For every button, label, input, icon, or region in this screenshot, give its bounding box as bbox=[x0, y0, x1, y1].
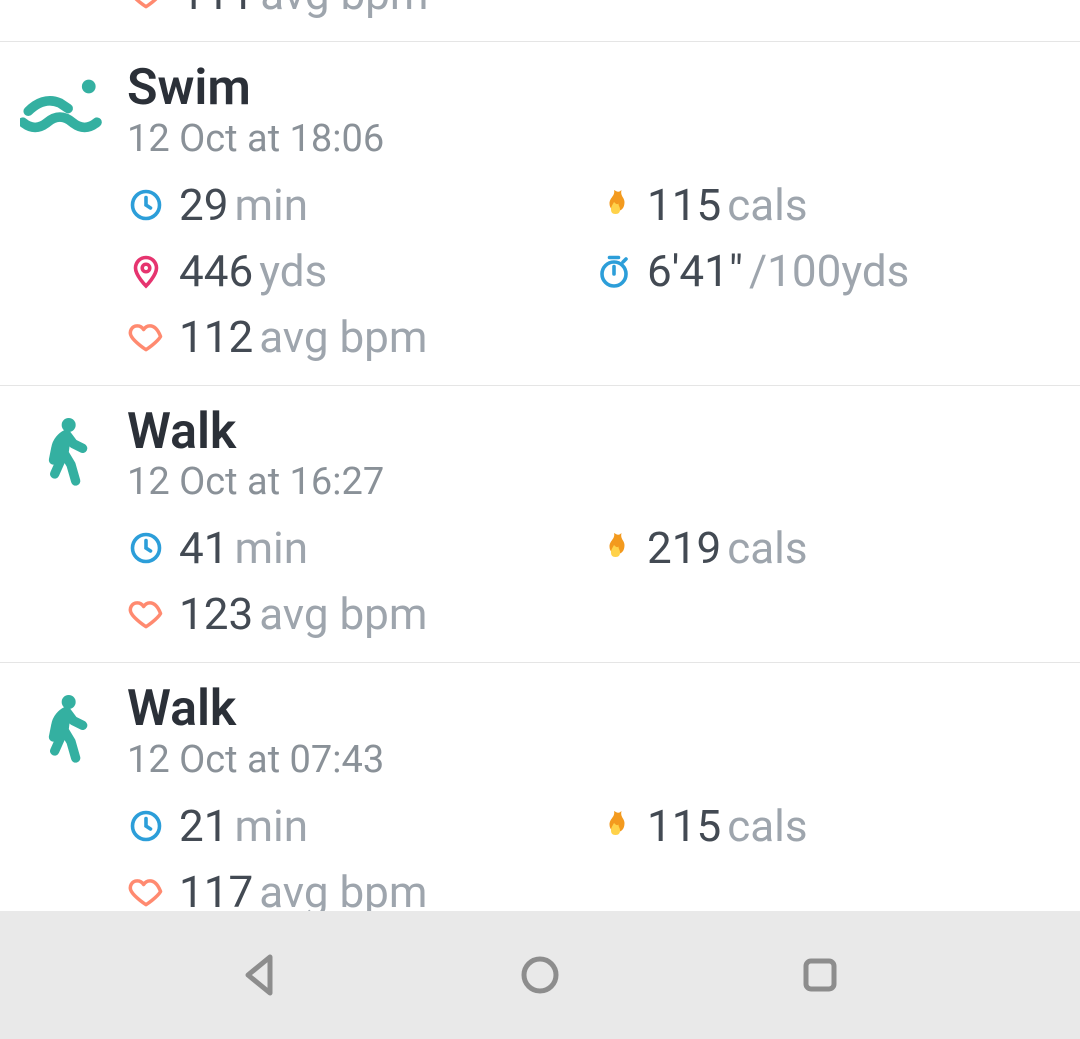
stat-text: 6'41"/100yds bbox=[647, 245, 909, 297]
walk-icon bbox=[36, 414, 92, 492]
stat-text: 117avg bpm bbox=[179, 866, 427, 918]
activity-stats: 41min 219cals bbox=[127, 522, 1080, 640]
stat-calories: 115cals bbox=[595, 800, 1080, 852]
activity-body: Swim 12 Oct at 18:06 29min bbox=[127, 62, 1080, 363]
heart-icon bbox=[127, 0, 165, 13]
activity-date: 12 Oct at 07:43 bbox=[127, 738, 1080, 782]
pin-icon bbox=[127, 252, 165, 290]
stat-calories: 115cals bbox=[595, 179, 1080, 231]
clock-icon bbox=[127, 807, 165, 845]
activity-title: Swim bbox=[127, 62, 1080, 115]
clock-icon bbox=[127, 186, 165, 224]
stat-text: 115cals bbox=[647, 800, 808, 852]
activity-row[interactable]: Walk 12 Oct at 07:43 21min bbox=[0, 663, 1080, 940]
heart-icon bbox=[127, 595, 165, 633]
swim-icon bbox=[20, 70, 108, 136]
stat-text: 446yds bbox=[179, 245, 327, 297]
stat-text: 21min bbox=[179, 800, 308, 852]
activity-title: Walk bbox=[127, 406, 1080, 459]
stat-duration: 41min bbox=[127, 522, 595, 574]
stat-text: 29min bbox=[179, 179, 308, 231]
stat-duration: 29min bbox=[127, 179, 595, 231]
stat-text: 112avg bpm bbox=[179, 311, 427, 363]
activity-title: Walk bbox=[127, 683, 1080, 736]
flame-icon bbox=[595, 807, 633, 845]
heart-icon bbox=[127, 318, 165, 356]
activity-icon-col bbox=[0, 62, 127, 363]
stat-heart: 123avg bpm bbox=[127, 588, 595, 640]
stat-heart-partial: 111avg bpm bbox=[180, 0, 428, 20]
activity-stats: 21min 115cals bbox=[127, 800, 1080, 918]
activity-date: 12 Oct at 16:27 bbox=[127, 460, 1080, 504]
stat-heart: 112avg bpm bbox=[127, 311, 595, 363]
activity-stats: 29min 115cals bbox=[127, 179, 1080, 363]
activity-body: Walk 12 Oct at 16:27 41min bbox=[127, 406, 1080, 641]
activity-row-partial[interactable]: 111avg bpm bbox=[0, 0, 1080, 42]
nav-back-button[interactable] bbox=[230, 945, 290, 1005]
clock-icon bbox=[127, 529, 165, 567]
nav-recent-button[interactable] bbox=[790, 945, 850, 1005]
activity-list: 111avg bpm Swim 12 Oct at 18:06 bbox=[0, 0, 1080, 940]
stat-duration: 21min bbox=[127, 800, 595, 852]
stat-heart: 117avg bpm bbox=[127, 866, 595, 918]
android-navbar bbox=[0, 911, 1080, 1039]
activity-date: 12 Oct at 18:06 bbox=[127, 117, 1080, 161]
stopwatch-icon bbox=[595, 252, 633, 290]
stat-text: 123avg bpm bbox=[179, 588, 427, 640]
flame-icon bbox=[595, 529, 633, 567]
stat-text: 41min bbox=[179, 522, 308, 574]
activity-row[interactable]: Swim 12 Oct at 18:06 29min bbox=[0, 42, 1080, 386]
activity-icon-col bbox=[0, 406, 127, 641]
nav-home-button[interactable] bbox=[510, 945, 570, 1005]
activity-body: Walk 12 Oct at 07:43 21min bbox=[127, 683, 1080, 918]
stat-text: 115cals bbox=[647, 179, 808, 231]
activity-row[interactable]: Walk 12 Oct at 16:27 41min bbox=[0, 386, 1080, 664]
walk-icon bbox=[36, 691, 92, 769]
stat-text: 219cals bbox=[647, 522, 808, 574]
flame-icon bbox=[595, 186, 633, 224]
activity-icon-col bbox=[0, 683, 127, 918]
stat-distance: 446yds bbox=[127, 245, 595, 297]
heart-icon bbox=[127, 873, 165, 911]
stat-calories: 219cals bbox=[595, 522, 1080, 574]
stat-pace: 6'41"/100yds bbox=[595, 245, 1080, 297]
